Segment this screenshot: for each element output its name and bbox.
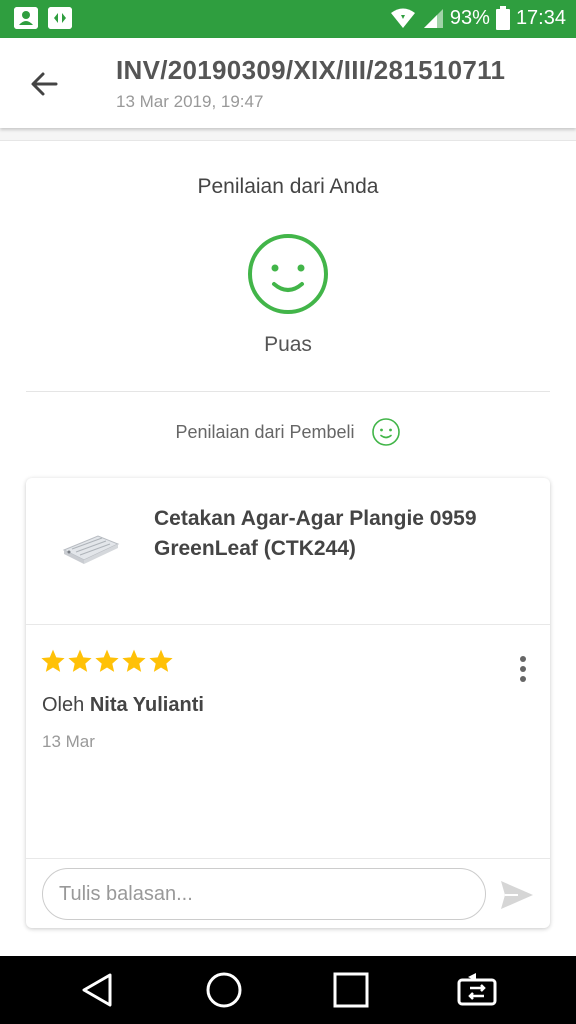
reviewer-prefix: Oleh — [42, 694, 85, 716]
review-date: 13 Mar — [42, 732, 95, 751]
smiley-icon — [247, 233, 329, 315]
contact-card-icon — [14, 7, 38, 29]
back-triangle-icon — [82, 973, 112, 1007]
reviewer-name: Nita Yulianti — [89, 694, 204, 716]
battery-icon — [495, 6, 510, 30]
system-nav-bar — [0, 956, 576, 1024]
clock: 17:34 — [515, 6, 566, 29]
recents-square-icon — [333, 972, 369, 1008]
send-icon — [501, 881, 533, 909]
app-bar: INV/20190309/XIX/III/281510711 13 Mar 20… — [0, 38, 576, 128]
nav-back-button[interactable] — [78, 970, 118, 1010]
arrow-left-icon — [31, 72, 58, 96]
signal-icon — [423, 9, 443, 28]
divider — [26, 858, 550, 859]
star-rating — [40, 648, 174, 674]
smiley-icon — [371, 418, 400, 446]
star-icon — [149, 649, 173, 672]
wifi-icon — [390, 8, 415, 28]
reply-input[interactable] — [42, 868, 486, 920]
diamond-app-icon — [48, 7, 72, 29]
star-icon — [95, 649, 119, 672]
status-bar: 93% 17:34 — [0, 0, 576, 38]
invoice-date: 13 Mar 2019, 19:47 — [116, 92, 264, 111]
rating-label: Puas — [264, 333, 312, 356]
battery-percent: 93% — [449, 6, 490, 29]
nav-recents-button[interactable] — [331, 970, 371, 1010]
reviewer: Oleh Nita Yulianti — [42, 694, 204, 717]
review-content: Penilaian dari Anda Puas Penilaian dari … — [0, 140, 576, 957]
back-button[interactable] — [26, 66, 62, 102]
star-icon — [41, 649, 65, 672]
divider — [26, 391, 550, 392]
star-icon — [68, 649, 92, 672]
nav-rotate-button[interactable] — [456, 970, 497, 1010]
nav-home-button[interactable] — [204, 970, 244, 1010]
home-circle-icon — [206, 972, 242, 1008]
buyer-rating-row: Penilaian dari Pembeli — [0, 417, 576, 447]
divider — [26, 624, 550, 625]
more-options-icon[interactable] — [518, 656, 528, 686]
invoice-title: INV/20190309/XIX/III/281510711 — [116, 55, 506, 85]
screen-rotate-icon — [457, 973, 497, 1006]
send-button[interactable] — [500, 880, 534, 910]
product-name[interactable]: Cetakan Agar-Agar Plangie 0959 GreenLeaf… — [154, 504, 524, 564]
review-card: Cetakan Agar-Agar Plangie 0959 GreenLeaf… — [26, 478, 550, 928]
buyer-rating-label: Penilaian dari Pembeli — [175, 421, 355, 442]
product-image[interactable] — [58, 528, 124, 568]
rating-from-you-heading: Penilaian dari Anda — [197, 175, 379, 198]
star-icon — [122, 649, 146, 672]
